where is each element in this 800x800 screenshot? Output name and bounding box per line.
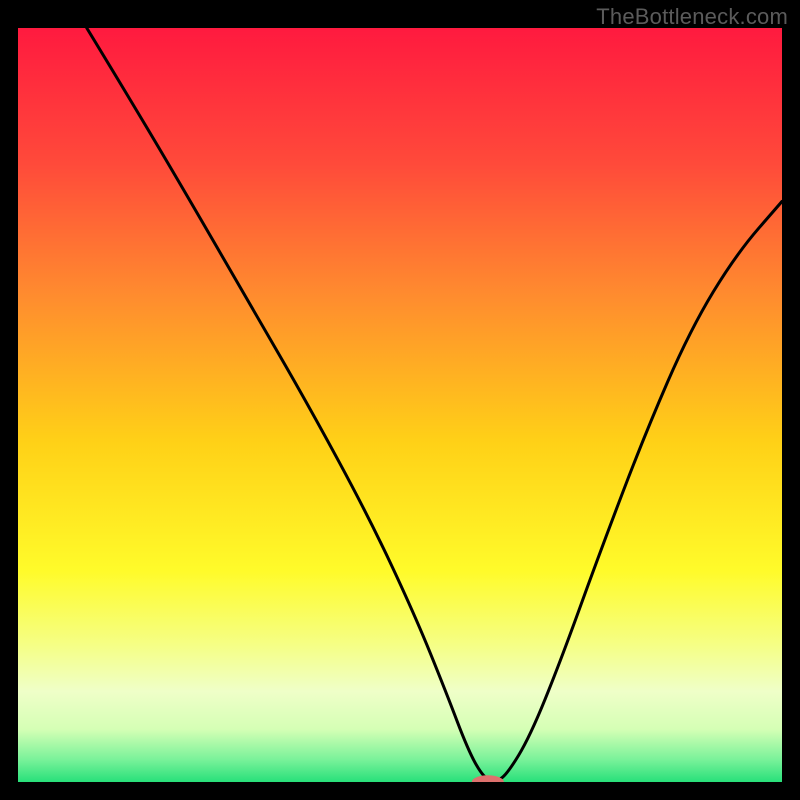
watermark-text: TheBottleneck.com [596,4,788,30]
chart-svg [18,28,782,782]
plot-area [18,28,782,782]
chart-frame: TheBottleneck.com [0,0,800,800]
gradient-background [18,28,782,782]
